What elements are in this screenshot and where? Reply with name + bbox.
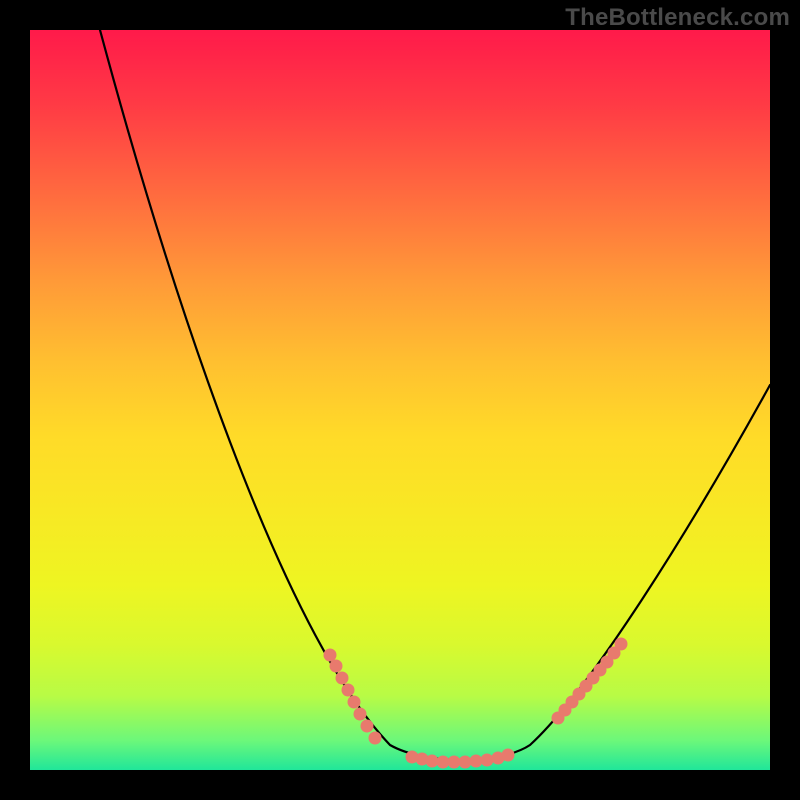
plot-area [30,30,770,770]
highlight-dot [330,660,343,673]
highlight-dot [426,755,439,768]
highlight-dot [348,696,361,709]
highlight-dot [336,672,349,685]
bottleneck-curve [100,30,770,760]
highlight-dot [470,755,483,768]
highlight-dot [481,754,494,767]
chart-svg [30,30,770,770]
highlight-dot [324,649,337,662]
highlight-dot [342,684,355,697]
watermark-label: TheBottleneck.com [565,4,790,32]
highlight-dots-group [324,638,628,769]
highlight-dot [354,708,367,721]
chart-frame: TheBottleneck.com [0,0,800,800]
highlight-dot [361,720,374,733]
highlight-dot [502,749,515,762]
highlight-dot [615,638,628,651]
highlight-dot [459,756,472,769]
highlight-dot [369,732,382,745]
